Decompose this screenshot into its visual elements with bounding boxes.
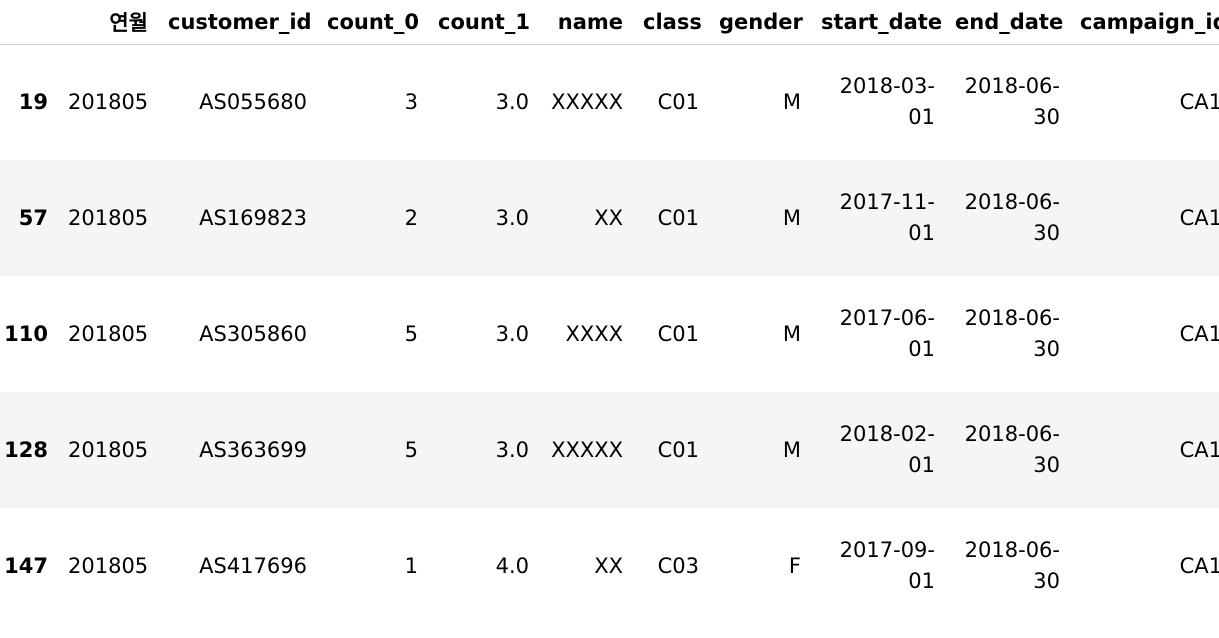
cell-campaign-id: CA1 [1179,89,1219,114]
end-date-part-1: 2018-06- [964,190,1060,214]
cell-end-date: 2018-06- 30 [947,160,1072,276]
cell-campaign-id: CA1 [1179,321,1219,346]
row-index: 57 [18,206,48,230]
end-date-part-2: 30 [1033,221,1060,245]
column-header-campaign-id: campaign_id [1072,0,1219,45]
cell-name: XX [594,205,623,230]
column-header-count-0: count_0 [319,0,430,45]
start-date-part-2: 01 [908,221,935,245]
start-date-part-1: 2017-06- [839,306,935,330]
cell-customer-id: AS363699 [199,437,307,462]
row-index: 110 [4,322,48,346]
cell-customer-id: AS055680 [199,89,307,114]
cell-campaign-id: CA1 [1179,437,1219,462]
cell-class: C01 [657,321,699,346]
cell-start-date: 2017-09- 01 [813,508,947,624]
cell-class: C01 [657,205,699,230]
table-row: 128 201805 AS363699 5 3.0 XXXXX C01 M 20… [0,392,1219,508]
cell-gender: M [782,205,801,230]
row-index: 147 [4,554,48,578]
cell-yearmonth: 201805 [68,205,149,230]
cell-count-1: 3.0 [495,321,529,346]
cell-campaign-id: CA1 [1179,553,1219,578]
index-header [0,0,60,45]
start-date-part-1: 2017-09- [839,538,935,562]
cell-yearmonth: 201805 [68,553,149,578]
cell-name: XXXXX [551,437,623,462]
cell-class: C01 [657,89,699,114]
row-index: 128 [4,438,48,462]
cell-count-0: 5 [404,321,418,346]
cell-class: C01 [657,437,699,462]
table-row: 147 201805 AS417696 1 4.0 XX C03 F 2017-… [0,508,1219,624]
cell-count-0: 2 [404,205,418,230]
cell-end-date: 2018-06- 30 [947,392,1072,508]
cell-yearmonth: 201805 [68,89,149,114]
cell-customer-id: AS169823 [199,205,307,230]
table-row: 110 201805 AS305860 5 3.0 XXXX C01 M 201… [0,276,1219,392]
start-date-part-2: 01 [908,337,935,361]
table-row: 57 201805 AS169823 2 3.0 XX C01 M 2017-1… [0,160,1219,276]
cell-customer-id: AS417696 [199,553,307,578]
start-date-part-2: 01 [908,453,935,477]
column-header-customer-id: customer_id [160,0,319,45]
cell-count-1: 3.0 [495,437,529,462]
end-date-part-1: 2018-06- [964,74,1060,99]
cell-count-1: 4.0 [495,553,529,578]
dataframe-table: 연월 customer_id count_0 count_1 name clas… [0,0,1219,624]
table-body: 19 201805 AS055680 3 3.0 XXXXX C01 M 201… [0,44,1219,624]
end-date-part-1: 2018-06- [964,422,1060,446]
dataframe-output: 연월 customer_id count_0 count_1 name clas… [0,0,1219,638]
column-header-count-1: count_1 [430,0,541,45]
column-header-gender: gender [711,0,813,45]
table-header: 연월 customer_id count_0 count_1 name clas… [0,0,1219,45]
column-header-start-date: start_date [813,0,947,45]
cell-start-date: 2018-03- 01 [813,44,947,160]
cell-start-date: 2017-06- 01 [813,276,947,392]
cell-start-date: 2018-02- 01 [813,392,947,508]
column-header-yearmonth: 연월 [60,0,160,45]
cell-count-0: 3 [404,89,418,114]
cell-count-1: 3.0 [495,89,529,114]
start-date-part-1: 2018-02- [839,422,935,446]
table-row: 19 201805 AS055680 3 3.0 XXXXX C01 M 201… [0,44,1219,160]
start-date-part-2: 01 [908,569,935,593]
cell-end-date: 2018-06- 30 [947,508,1072,624]
start-date-part-1: 2018-03- [839,74,935,99]
end-date-part-1: 2018-06- [964,306,1060,330]
cell-start-date: 2017-11- 01 [813,160,947,276]
cell-count-0: 5 [404,437,418,462]
cell-name: XXXXX [551,89,623,114]
cell-gender: F [788,553,801,578]
cell-gender: M [782,321,801,346]
cell-yearmonth: 201805 [68,321,149,346]
column-header-end-date: end_date [947,0,1072,45]
cell-gender: M [782,89,801,114]
cell-count-1: 3.0 [495,205,529,230]
end-date-part-2: 30 [1033,105,1060,130]
column-header-class: class [635,0,711,45]
cell-customer-id: AS305860 [199,321,307,346]
cell-count-0: 1 [404,553,418,578]
row-index: 19 [18,90,48,115]
cell-yearmonth: 201805 [68,437,149,462]
cell-gender: M [782,437,801,462]
cell-end-date: 2018-06- 30 [947,44,1072,160]
start-date-part-1: 2017-11- [839,190,935,214]
cell-class: C03 [657,553,699,578]
end-date-part-2: 30 [1033,569,1060,593]
end-date-part-2: 30 [1033,337,1060,361]
end-date-part-2: 30 [1033,453,1060,477]
cell-campaign-id: CA1 [1179,205,1219,230]
column-header-name: name [541,0,635,45]
end-date-part-1: 2018-06- [964,538,1060,562]
cell-end-date: 2018-06- 30 [947,276,1072,392]
cell-name: XXXX [565,321,623,346]
header-row: 연월 customer_id count_0 count_1 name clas… [0,0,1219,45]
start-date-part-2: 01 [908,105,935,130]
cell-name: XX [594,553,623,578]
